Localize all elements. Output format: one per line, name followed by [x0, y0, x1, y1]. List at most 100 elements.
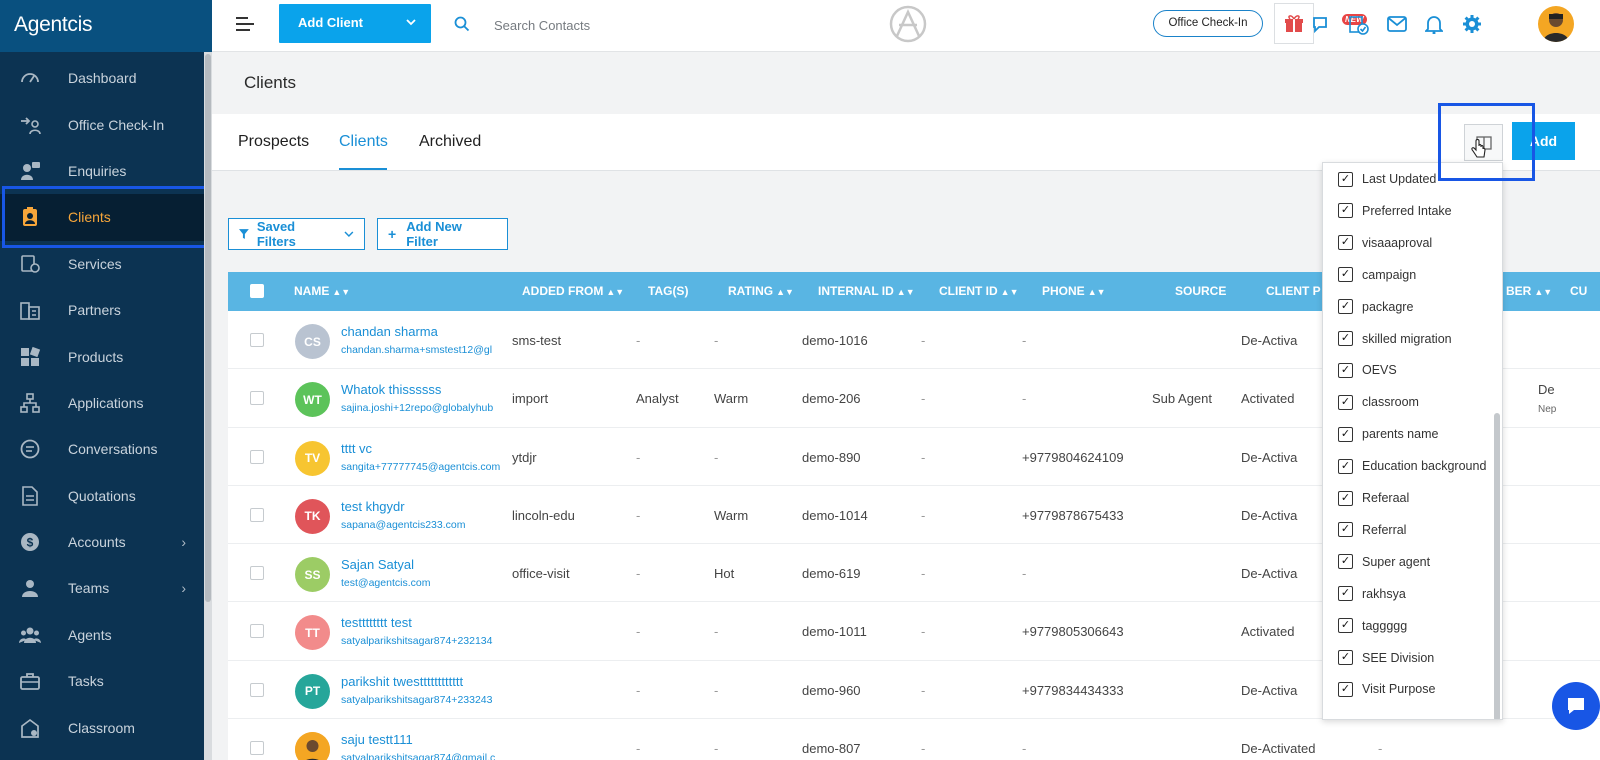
client-name-link[interactable]: saju testt111 — [341, 732, 413, 747]
row-checkbox[interactable] — [250, 333, 264, 347]
header-rating[interactable]: RATING ▲▼ — [728, 284, 794, 298]
header-added-from[interactable]: ADDED FROM ▲▼ — [522, 284, 624, 298]
column-option[interactable]: ✓ skilled migration — [1338, 328, 1452, 350]
checkbox-checked-icon[interactable]: ✓ — [1338, 426, 1353, 442]
checkbox-checked-icon[interactable]: ✓ — [1338, 650, 1353, 665]
client-name-link[interactable]: test khgydr — [341, 499, 405, 514]
sidebar-item-products[interactable]: Products — [0, 333, 204, 379]
client-email[interactable]: chandan.sharma+smstest12@gl — [341, 344, 503, 356]
select-all-checkbox[interactable] — [250, 284, 264, 298]
checkbox-checked-icon[interactable]: ✓ — [1338, 203, 1353, 219]
checkbox-checked-icon[interactable]: ✓ — [1338, 362, 1353, 378]
client-email[interactable]: satyalparikshitsagar874+232134 — [341, 635, 503, 647]
client-name-link[interactable]: tttt vc — [341, 441, 372, 456]
checkbox-checked-icon[interactable]: ✓ — [1338, 299, 1353, 315]
client-email[interactable]: sajina.joshi+12repo@globalyhub — [341, 402, 503, 414]
table-row[interactable]: saju testt111 satyalparikshitsagar874@gma… — [228, 719, 1600, 760]
client-email[interactable]: satyalparikshitsagar874+233243 — [341, 694, 503, 706]
checkbox-checked-icon[interactable]: ✓ — [1338, 490, 1353, 506]
sidebar-item-services[interactable]: Services — [0, 241, 204, 287]
bell-icon[interactable] — [1423, 14, 1445, 39]
column-option[interactable]: ✓ Referaal — [1338, 487, 1409, 509]
client-name-link[interactable]: Sajan Satyal — [341, 557, 414, 572]
column-option[interactable]: ✓ SEE Division — [1338, 647, 1434, 669]
client-email[interactable]: sapana@agentcis233.com — [341, 519, 503, 531]
row-checkbox[interactable] — [250, 682, 264, 697]
tab-prospects[interactable]: Prospects — [238, 133, 309, 151]
checkbox-checked-icon[interactable]: ✓ — [1338, 618, 1353, 634]
column-option[interactable]: ✓ packagre — [1338, 296, 1413, 318]
gift-icon[interactable] — [1274, 3, 1314, 44]
sidebar-scrollbar[interactable] — [204, 52, 212, 760]
column-option[interactable]: ✓ Super agent — [1338, 551, 1430, 573]
brand-logo[interactable]: Agentcis — [0, 0, 212, 52]
checkbox-checked-icon[interactable]: ✓ — [1338, 554, 1353, 570]
header-client-id[interactable]: CLIENT ID ▲▼ — [939, 284, 1019, 298]
column-option[interactable]: ✓ campaign — [1338, 264, 1416, 286]
client-email[interactable]: test@agentcis.com — [341, 577, 503, 589]
row-checkbox[interactable] — [250, 449, 264, 464]
header-internal-id[interactable]: INTERNAL ID ▲▼ — [818, 284, 915, 298]
chevron-down-icon[interactable] — [405, 16, 417, 31]
column-option[interactable]: ✓ Last Updated — [1338, 168, 1436, 190]
office-checkin-button[interactable]: Office Check-In — [1153, 10, 1263, 37]
column-option[interactable]: ✓ Preferred Intake — [1338, 200, 1452, 222]
dropdown-scrollbar[interactable] — [1494, 413, 1500, 719]
tab-archived[interactable]: Archived — [419, 133, 481, 151]
client-email[interactable]: satyalparikshitsagar874@gmail.c — [341, 752, 503, 760]
checkbox-checked-icon[interactable]: ✓ — [1338, 522, 1353, 538]
sidebar-item-conversations[interactable]: Conversations — [0, 426, 204, 472]
sidebar-item-dashboard[interactable]: Dashboard — [0, 55, 204, 101]
client-name-link[interactable]: Whatok thissssss — [341, 382, 441, 397]
checkbox-checked-icon[interactable]: ✓ — [1338, 394, 1353, 410]
header-name[interactable]: NAME ▲▼ — [294, 284, 350, 298]
megaphone-icon[interactable] — [1311, 14, 1331, 39]
client-name-link[interactable]: chandan sharma — [341, 324, 438, 339]
checkbox-checked-icon[interactable]: ✓ — [1338, 331, 1353, 346]
search-icon[interactable] — [454, 16, 470, 37]
column-option[interactable]: ✓ Visit Purpose — [1338, 678, 1435, 700]
saved-filters-button[interactable]: Saved Filters — [228, 218, 365, 250]
checkbox-checked-icon[interactable]: ✓ — [1338, 267, 1353, 283]
mail-icon[interactable] — [1387, 16, 1407, 37]
checkbox-checked-icon[interactable]: ✓ — [1338, 586, 1353, 602]
checkbox-checked-icon[interactable]: ✓ — [1338, 681, 1353, 697]
add-button[interactable]: Add — [1512, 122, 1575, 160]
row-checkbox[interactable] — [250, 391, 264, 406]
sidebar-item-tasks[interactable]: Tasks — [0, 658, 204, 704]
column-toggle-button[interactable] — [1464, 124, 1503, 161]
client-email[interactable]: sangita+77777745@agentcis.com — [341, 461, 503, 473]
client-name-link[interactable]: testttttttt test — [341, 615, 412, 630]
column-option[interactable]: ✓ OEVS — [1338, 359, 1397, 381]
gear-icon[interactable] — [1462, 14, 1482, 39]
header-cu[interactable]: CU — [1570, 284, 1587, 298]
menu-toggle-icon[interactable] — [236, 17, 254, 35]
row-checkbox[interactable] — [250, 507, 264, 522]
sidebar-item-office-check-in[interactable]: Office Check-In — [0, 101, 204, 147]
sidebar-item-applications[interactable]: Applications — [0, 380, 204, 426]
sidebar-item-partners[interactable]: Partners — [0, 287, 204, 333]
sidebar-item-enquiries[interactable]: Enquiries — [0, 148, 204, 194]
column-option[interactable]: ✓ Referral — [1338, 519, 1406, 541]
column-option[interactable]: ✓ visaaaproval — [1338, 232, 1432, 254]
column-option[interactable]: ✓ Education background — [1338, 455, 1486, 477]
add-client-button[interactable]: Add Client — [279, 4, 431, 43]
tasks-check-icon[interactable] — [1348, 14, 1370, 41]
add-new-filter-button[interactable]: + Add New Filter — [377, 218, 508, 250]
client-name-link[interactable]: parikshit twestttttttttttt — [341, 674, 463, 689]
chat-support-button[interactable] — [1552, 682, 1600, 730]
row-checkbox[interactable] — [250, 741, 264, 756]
sidebar-item-accounts[interactable]: $ Accounts › — [0, 519, 204, 565]
sidebar-item-teams[interactable]: Teams › — [0, 565, 204, 611]
column-option[interactable]: ✓ parents name — [1338, 423, 1438, 445]
sidebar-item-classroom[interactable]: Classroom — [0, 704, 204, 750]
sidebar-item-quotations[interactable]: Quotations — [0, 473, 204, 519]
tab-clients[interactable]: Clients — [339, 133, 388, 151]
checkbox-checked-icon[interactable]: ✓ — [1338, 458, 1353, 474]
header-number[interactable]: BER ▲▼ — [1506, 284, 1552, 298]
header-client-portal[interactable]: CLIENT P — [1266, 284, 1321, 298]
sidebar-item-agents[interactable]: Agents — [0, 612, 204, 658]
row-checkbox[interactable] — [250, 624, 264, 639]
column-option[interactable]: ✓ rakhsya — [1338, 583, 1406, 605]
column-option[interactable]: ✓ taggggg — [1338, 615, 1407, 637]
